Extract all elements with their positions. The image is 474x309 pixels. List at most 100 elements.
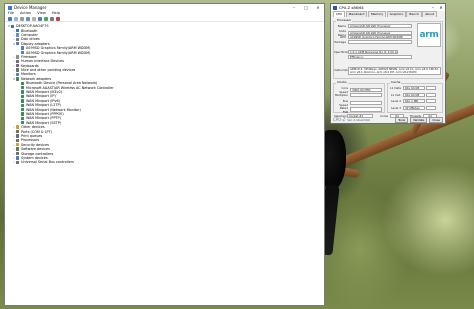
- device-icon: [21, 90, 25, 94]
- tree-node-label: Storage controllers: [20, 151, 54, 156]
- arm-logo-text: arm: [419, 30, 439, 40]
- cache-value: 64x 64 KB: [403, 92, 425, 97]
- cache-row: Level 2 64x 1 MB: [388, 99, 436, 104]
- tree-node-label: DESKTOP-AAO4F79: [15, 24, 49, 29]
- tree-node-label: Display adapters: [20, 41, 50, 46]
- tree-node-label: WAN Miniport (PPPOE): [25, 112, 64, 116]
- clock-value: [350, 92, 382, 97]
- help-icon[interactable]: [26, 16, 30, 21]
- instructions-value: ARMv8.2, SPUReqx, ARMv8 NEON, Arm v8 CL,…: [348, 67, 441, 76]
- maximize-button[interactable]: □: [300, 4, 312, 11]
- tree-node-label: Ports (COM & LPT): [20, 129, 52, 134]
- scan-icon[interactable]: [32, 16, 36, 21]
- cpuz-close-button[interactable]: ✕: [437, 4, 445, 11]
- tab-memory[interactable]: Memory: [367, 11, 387, 17]
- tree-node-label: WAN Miniport (L2TP): [25, 103, 61, 108]
- forward-icon[interactable]: [14, 16, 18, 21]
- menu-file[interactable]: File: [8, 11, 14, 16]
- cpuz-tabs: CPU Mainboard Memory Graphics Bench Abou…: [331, 11, 445, 17]
- tree-node-label: WAN Miniport (Network Monitor): [25, 107, 81, 112]
- clock-row: Multiplier: [334, 92, 382, 97]
- menu-action[interactable]: Action: [20, 11, 31, 16]
- device-manager-titlebar[interactable]: Device Manager – □ ✕: [5, 4, 324, 11]
- menu-view[interactable]: View: [37, 11, 46, 16]
- device-icon: [16, 42, 20, 46]
- cache-row: L1 Inst. 64x 64 KB: [388, 92, 436, 97]
- device-icon: [21, 112, 25, 116]
- back-icon[interactable]: [8, 16, 12, 21]
- device-icon: [21, 99, 25, 103]
- cache-ways: [426, 92, 436, 97]
- cpuz-title: CPU-Z x86/64: [339, 5, 364, 10]
- gpu-value: AS99SD Graphics Family(ARM WDDM): [348, 35, 412, 40]
- close-cpuz-button[interactable]: Close: [429, 116, 443, 123]
- tree-node-label: Print queues: [20, 133, 43, 138]
- device-icon: [21, 50, 25, 55]
- tree-node-label: Other devices: [20, 125, 45, 130]
- tree-node-label: WAN Miniport (IPv6): [25, 98, 60, 103]
- menu-help[interactable]: Help: [52, 11, 60, 16]
- tab-mainboard[interactable]: Mainboard: [345, 11, 368, 17]
- device-icon: [16, 143, 20, 147]
- tree-node[interactable]: › Universal Serial Bus controllers: [7, 160, 322, 164]
- device-icon: [16, 68, 20, 72]
- tree-node-label: Network adapters: [20, 76, 52, 81]
- tree-node-label: AS99SD Graphics Family(ARM WDDM): [25, 46, 91, 51]
- minimize-button[interactable]: –: [288, 4, 300, 11]
- disable-icon[interactable]: [50, 16, 54, 21]
- tree-node-label: Computer: [20, 32, 38, 37]
- tree-node-label: WAN Miniport (PPTP): [25, 116, 61, 121]
- cache-label: Level 3: [390, 105, 401, 110]
- cache-label: Level 2: [390, 99, 401, 104]
- close-button[interactable]: ✕: [312, 4, 324, 11]
- tree-node-label: Software devices: [20, 147, 50, 152]
- device-icon: [16, 147, 20, 151]
- validate-button[interactable]: Validate: [410, 116, 428, 123]
- cpuz-minimize-button[interactable]: –: [429, 4, 437, 11]
- cpuz-window: CPU-Z x86/64 – ✕ CPU Mainboard Memory Gr…: [330, 3, 446, 124]
- cache-label: L1 Data: [390, 86, 401, 91]
- tree-node-label: Firmware: [20, 54, 37, 59]
- device-icon: [16, 77, 20, 81]
- tab-about[interactable]: About: [422, 11, 438, 17]
- cpuz-version: Ver. 2.10.arm64: [347, 117, 370, 122]
- tree-node-label: Keyboards: [20, 63, 39, 68]
- arm-logo: arm: [417, 23, 441, 47]
- tree-node-label: Universal Serial Bus controllers: [20, 160, 74, 165]
- tree-node-label: Disk drives: [20, 37, 40, 42]
- window-title: Device Manager: [14, 5, 47, 10]
- device-icon: [21, 85, 25, 90]
- device-manager-icon: [8, 5, 12, 10]
- device-icon: [21, 103, 25, 107]
- efficiency-value: Efficiency: [348, 55, 412, 60]
- device-icon: [16, 33, 20, 37]
- device-icon: [21, 116, 25, 121]
- uninstall-icon[interactable]: [56, 16, 60, 21]
- properties-icon[interactable]: [20, 16, 24, 21]
- tree-node-label: Mice and other pointing devices: [20, 68, 76, 73]
- cpuz-titlebar[interactable]: CPU-Z x86/64 – ✕: [331, 4, 445, 11]
- device-icon: [16, 125, 20, 129]
- monitor-icon[interactable]: [38, 16, 42, 21]
- cache-ways: [426, 86, 436, 91]
- device-icon: [16, 151, 20, 156]
- cache-row: L1 Data 64x 64 KB: [388, 86, 436, 91]
- device-manager-window: Device Manager – □ ✕ File Action View He…: [4, 3, 325, 306]
- processor-group-label: Processor: [336, 18, 353, 22]
- clock-row: Rated FSB: [334, 106, 382, 114]
- device-icon: [11, 24, 15, 28]
- cache-ways: [426, 105, 436, 110]
- name-label: Name: [337, 24, 346, 29]
- tree-node-label: WAN Miniport (IP): [25, 94, 56, 99]
- device-icon: [21, 107, 25, 112]
- device-icon: [16, 138, 20, 143]
- tools-button[interactable]: Tools: [395, 116, 409, 123]
- tab-graphics[interactable]: Graphics: [386, 11, 406, 17]
- device-icon: [16, 134, 20, 138]
- cache-value: 32 MBytes: [403, 105, 425, 110]
- update-driver-icon[interactable]: [44, 16, 48, 21]
- tab-bench[interactable]: Bench: [406, 11, 422, 17]
- device-icon: [16, 160, 20, 164]
- cache-ways: [426, 99, 436, 104]
- tab-cpu[interactable]: CPU: [333, 11, 346, 17]
